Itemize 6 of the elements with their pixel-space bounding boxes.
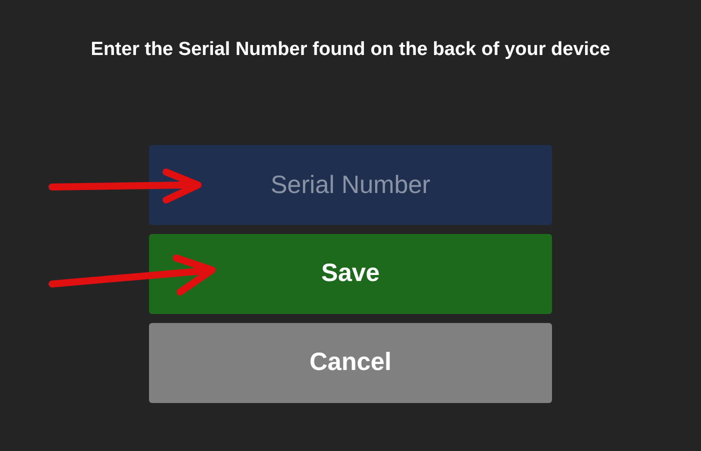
serial-number-field[interactable]: Serial Number [149,145,552,225]
cancel-button[interactable]: Cancel [149,323,552,403]
save-button[interactable]: Save [149,234,552,314]
arrow-icon [48,252,218,296]
instruction-text: Enter the Serial Number found on the back of your device [90,38,610,62]
arrow-icon [48,168,204,204]
